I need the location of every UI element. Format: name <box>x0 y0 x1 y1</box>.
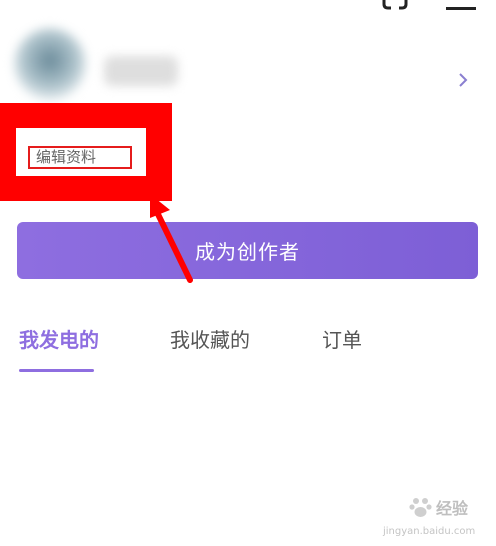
baidu-paw-logo-icon <box>409 498 432 517</box>
avatar[interactable] <box>14 28 86 100</box>
watermark-url: jingyan.baidu.com <box>383 526 476 537</box>
tab-my-favorites[interactable]: 我收藏的 <box>170 326 250 354</box>
tab-active-indicator <box>19 369 94 372</box>
become-creator-button[interactable]: 成为创作者 <box>17 222 478 279</box>
menu-icon[interactable] <box>446 0 476 12</box>
watermark-text: 经验 <box>436 499 469 518</box>
username-blurred <box>104 56 178 86</box>
scan-icon[interactable] <box>382 0 408 12</box>
tab-my-powered[interactable]: 我发电的 <box>19 326 99 354</box>
tab-orders[interactable]: 订单 <box>322 326 362 354</box>
edit-profile-button[interactable]: 编辑资料 <box>28 146 132 169</box>
chevron-right-icon[interactable] <box>456 72 470 88</box>
